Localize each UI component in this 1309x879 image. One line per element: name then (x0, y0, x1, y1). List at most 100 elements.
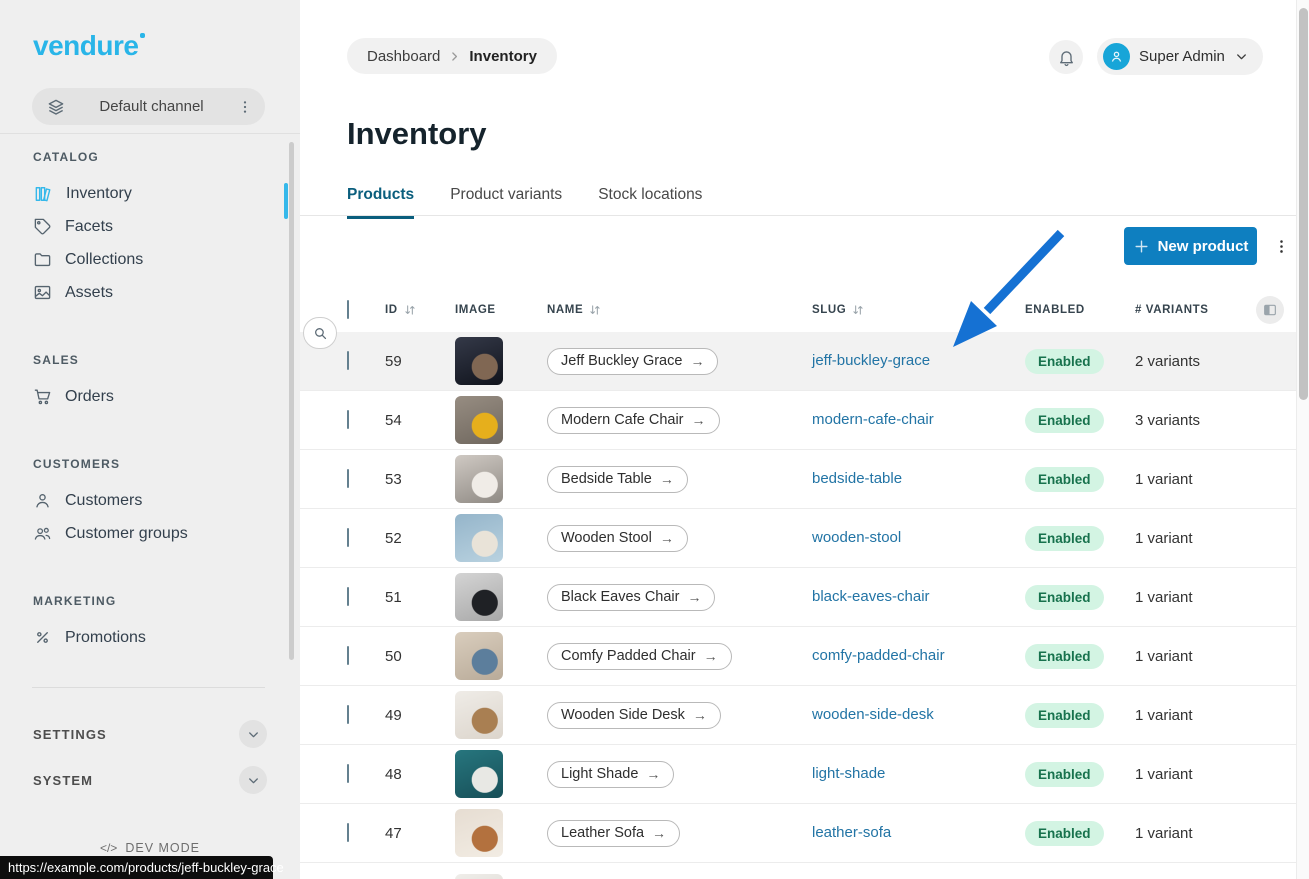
dev-mode-toggle[interactable]: </> DEV MODE (0, 841, 300, 855)
sort-icon[interactable] (588, 303, 602, 317)
row-checkbox[interactable] (347, 351, 349, 370)
product-slug-link[interactable]: wooden-side-desk (812, 706, 934, 723)
new-product-label: New product (1158, 238, 1249, 255)
product-name-link[interactable]: Wooden Side Desk→ (547, 702, 721, 729)
settings-expand-button[interactable] (239, 720, 267, 748)
product-name: Leather Sofa (561, 825, 644, 841)
sidebar: vendure Default channel CATALOGInventory… (0, 0, 300, 879)
sidebar-item-inventory[interactable]: Inventory (33, 177, 300, 210)
product-slug-link[interactable]: light-shade (812, 765, 885, 782)
inventory-icon (33, 184, 53, 204)
column-settings-button[interactable] (1256, 296, 1284, 324)
product-slug-link[interactable]: leather-sofa (812, 824, 891, 841)
sidebar-item-settings[interactable]: SETTINGS (33, 720, 267, 748)
row-checkbox[interactable] (347, 469, 349, 488)
sidebar-item-label: Facets (65, 218, 113, 236)
sort-icon[interactable] (403, 303, 417, 317)
columns-layout-icon (1262, 302, 1278, 318)
table-row[interactable]: 47Leather Sofa→leather-sofaEnabled1 vari… (300, 804, 1296, 863)
sidebar-section: CUSTOMERSCustomersCustomer groups (33, 457, 300, 550)
sidebar-section: SALESOrders (33, 353, 300, 413)
chevron-down-icon (246, 727, 261, 742)
active-nav-indicator (284, 183, 288, 219)
row-checkbox[interactable] (347, 410, 349, 429)
column-header-enabled: ENABLED (1025, 304, 1135, 316)
row-checkbox[interactable] (347, 764, 349, 783)
variant-count: 1 variant (1135, 707, 1296, 724)
list-actions-kebab-icon[interactable] (1272, 233, 1290, 259)
plus-icon (1133, 238, 1150, 255)
breadcrumb-dashboard[interactable]: Dashboard (367, 48, 440, 65)
user-menu[interactable]: Super Admin (1097, 38, 1263, 75)
avatar (1103, 43, 1130, 70)
breadcrumb[interactable]: Dashboard Inventory (347, 38, 557, 74)
product-image (455, 573, 503, 621)
row-checkbox[interactable] (347, 528, 349, 547)
product-slug-link[interactable]: wooden-stool (812, 529, 901, 546)
notifications-button[interactable] (1049, 40, 1083, 74)
product-name-link[interactable]: Light Shade→ (547, 761, 674, 788)
row-checkbox[interactable] (347, 823, 349, 842)
product-slug-link[interactable]: comfy-padded-chair (812, 647, 945, 664)
channel-selector[interactable]: Default channel (32, 88, 265, 125)
search-expand-button[interactable] (303, 317, 337, 349)
product-name-link[interactable]: Wooden Stool→ (547, 525, 688, 552)
customer-groups-icon (33, 524, 52, 543)
product-name-link[interactable]: Bedside Table→ (547, 466, 688, 493)
customers-icon (33, 491, 52, 510)
sidebar-item-orders[interactable]: Orders (33, 380, 300, 413)
sidebar-item-collections[interactable]: Collections (33, 243, 300, 276)
row-checkbox[interactable] (347, 646, 349, 665)
sidebar-item-label: Inventory (66, 185, 132, 203)
product-name-link[interactable]: Modern Cafe Chair→ (547, 407, 720, 434)
arrow-right-icon: → (704, 648, 718, 664)
sidebar-item-promotions[interactable]: Promotions (33, 621, 300, 654)
product-id: 52 (385, 530, 455, 547)
column-header-id[interactable]: ID (385, 303, 455, 317)
sort-icon[interactable] (851, 303, 865, 317)
product-slug-link[interactable]: bedside-table (812, 470, 902, 487)
sidebar-item-customers[interactable]: Customers (33, 484, 300, 517)
table-row[interactable]: 54Modern Cafe Chair→modern-cafe-chairEna… (300, 391, 1296, 450)
sidebar-section-title: MARKETING (33, 594, 300, 608)
sidebar-item-system[interactable]: SYSTEM (33, 766, 267, 794)
product-name-link[interactable]: Leather Sofa→ (547, 820, 680, 847)
main-scrollbar-thumb[interactable] (1299, 8, 1308, 400)
product-slug-link[interactable]: jeff-buckley-grace (812, 352, 930, 369)
table-row[interactable]: 51Black Eaves Chair→black-eaves-chairEna… (300, 568, 1296, 627)
table-row[interactable]: 52Wooden Stool→wooden-stoolEnabled1 vari… (300, 509, 1296, 568)
status-badge: Enabled (1025, 467, 1104, 492)
sidebar-item-facets[interactable]: Facets (33, 210, 300, 243)
row-checkbox[interactable] (347, 705, 349, 724)
sidebar-scrollbar-thumb[interactable] (289, 142, 294, 660)
table-row[interactable]: 50Comfy Padded Chair→comfy-padded-chairE… (300, 627, 1296, 686)
product-name-link[interactable]: Comfy Padded Chair→ (547, 643, 732, 670)
sidebar-item-customer-groups[interactable]: Customer groups (33, 517, 300, 550)
orders-icon (33, 387, 52, 406)
table-row[interactable]: 49Wooden Side Desk→wooden-side-deskEnabl… (300, 686, 1296, 745)
product-name-link[interactable]: Jeff Buckley Grace→ (547, 348, 718, 375)
new-product-button[interactable]: New product (1124, 227, 1257, 265)
sidebar-item-label: Customer groups (65, 525, 188, 543)
status-badge: Enabled (1025, 408, 1104, 433)
product-slug-link[interactable]: modern-cafe-chair (812, 411, 934, 428)
assets-icon (33, 283, 52, 302)
main-scrollbar (1296, 0, 1309, 879)
column-header-name[interactable]: NAME (547, 303, 812, 317)
table-row[interactable]: 48Light Shade→light-shadeEnabled1 varian… (300, 745, 1296, 804)
product-name: Light Shade (561, 766, 638, 782)
table-row[interactable]: 53Bedside Table→bedside-tableEnabled1 va… (300, 450, 1296, 509)
system-expand-button[interactable] (239, 766, 267, 794)
product-name-link[interactable]: Black Eaves Chair→ (547, 584, 715, 611)
sidebar-item-assets[interactable]: Assets (33, 276, 300, 309)
column-header-slug[interactable]: SLUG (812, 303, 1025, 317)
vendure-logo[interactable]: vendure (33, 30, 145, 62)
select-all-checkbox[interactable] (347, 300, 349, 319)
channel-kebab-icon[interactable] (237, 99, 253, 115)
column-header-image: IMAGE (455, 304, 547, 316)
product-slug-link[interactable]: black-eaves-chair (812, 588, 930, 605)
row-checkbox[interactable] (347, 587, 349, 606)
table-row[interactable]: 59Jeff Buckley Grace→jeff-buckley-graceE… (300, 332, 1296, 391)
sidebar-item-label: Collections (65, 251, 143, 269)
facets-icon (33, 217, 52, 236)
